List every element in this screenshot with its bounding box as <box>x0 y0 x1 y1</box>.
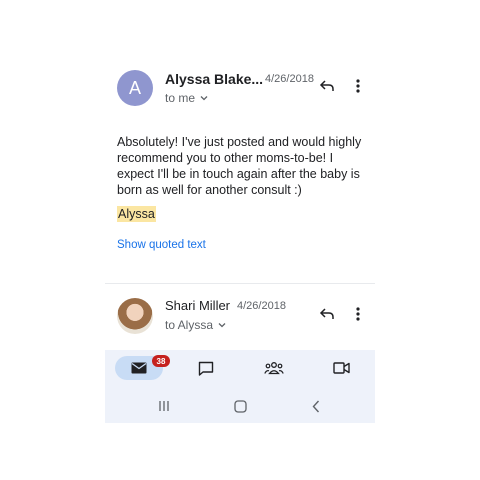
back-button[interactable] <box>304 396 328 416</box>
bottom-navigation: 38 <box>105 350 375 423</box>
reply-button[interactable] <box>316 303 338 325</box>
unread-count-badge: 38 <box>152 355 170 367</box>
recipient-label: to me <box>165 91 196 105</box>
email-thread-screen: A Alyssa Blake... 4/26/2018 to me Absolu… <box>105 58 375 423</box>
video-camera-icon <box>332 362 350 374</box>
message-divider <box>105 283 375 284</box>
spaces-icon <box>264 362 284 375</box>
message-date: 4/26/2018 <box>237 300 286 312</box>
sender-name[interactable]: Shari Miller <box>165 298 230 313</box>
chevron-down-icon <box>218 323 226 328</box>
more-options-button[interactable] <box>349 303 367 325</box>
message-date: 4/26/2018 <box>265 73 314 85</box>
sender-avatar[interactable]: A <box>117 70 153 106</box>
nav-meet-tab[interactable] <box>317 356 365 380</box>
back-icon <box>312 400 320 412</box>
more-options-button[interactable] <box>349 75 367 97</box>
mail-icon <box>131 362 147 374</box>
more-vert-icon <box>356 79 360 93</box>
nav-spaces-tab[interactable] <box>250 356 298 380</box>
message-body: Absolutely! I've just posted and would h… <box>117 135 362 197</box>
nav-mail-tab[interactable]: 38 <box>115 355 170 380</box>
reply-icon <box>319 80 334 91</box>
recipient-details[interactable]: to Alyssa <box>165 318 227 332</box>
recipient-details[interactable]: to me <box>165 91 209 105</box>
system-navigation-bar <box>105 390 375 423</box>
sender-avatar-photo[interactable] <box>117 298 153 334</box>
recent-apps-button[interactable] <box>152 396 176 416</box>
more-vert-icon <box>356 307 360 321</box>
reply-button[interactable] <box>316 75 338 97</box>
chat-icon <box>198 361 214 376</box>
nav-chat-tab[interactable] <box>182 356 230 380</box>
signature-highlight: Alyssa <box>117 206 156 222</box>
chevron-down-icon <box>200 96 208 101</box>
show-quoted-text-link[interactable]: Show quoted text <box>117 239 206 251</box>
reply-icon <box>319 308 334 319</box>
recent-apps-icon <box>159 401 169 411</box>
recipient-label: to Alyssa <box>165 318 214 332</box>
home-button[interactable] <box>228 396 252 416</box>
home-icon <box>233 399 247 413</box>
sender-name[interactable]: Alyssa Blake... <box>165 71 263 87</box>
